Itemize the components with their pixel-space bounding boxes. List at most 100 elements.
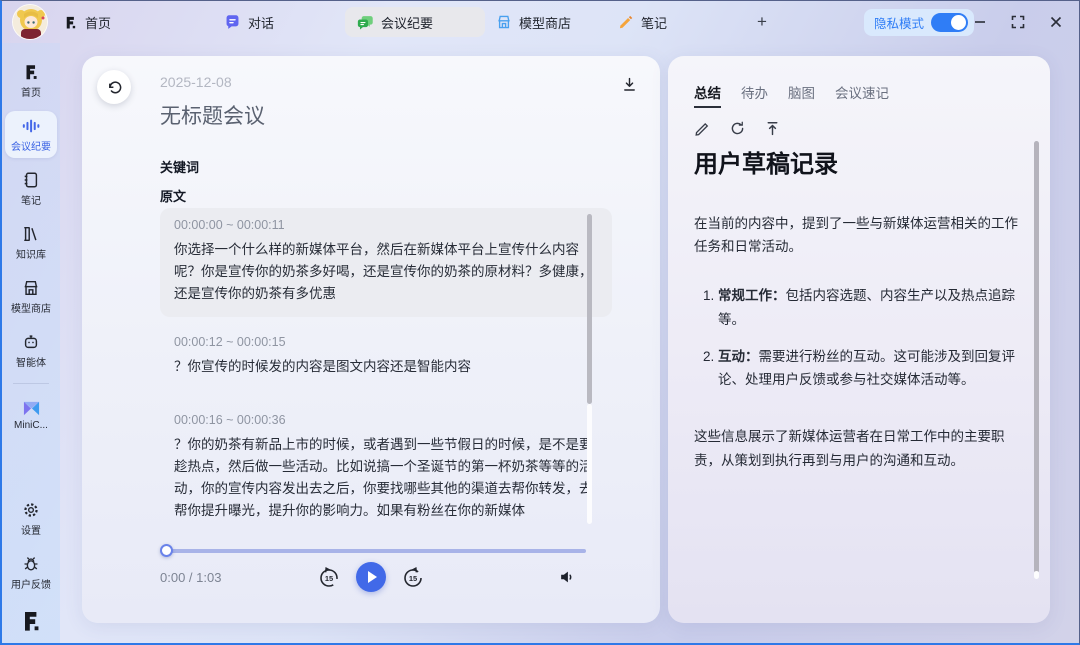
store-icon [22,279,40,297]
toggle-switch-on[interactable] [931,13,968,32]
playback-time: 0:00 / 1:03 [160,570,221,585]
library-books-icon [22,225,40,243]
skip-forward-15-button[interactable]: 15 [400,564,426,590]
tab-chat[interactable]: 对话 [224,1,274,43]
tab-mindmap[interactable]: 脑图 [788,82,815,108]
summary-intro: 在当前的内容中，提到了一些与新媒体运营相关的工作任务和日常活动。 [694,212,1026,258]
minimize-button[interactable] [971,13,989,31]
title-bar: 首页 对话 会议纪要 [2,1,1079,43]
tab-summary[interactable]: 总结 [694,82,721,108]
regenerate-button[interactable] [729,120,747,138]
transcript-list: 00:00:00 ~ 00:00:11 你选择一个什么样的新媒体平台，然后在新媒… [160,208,612,542]
summary-scrollbar [1034,141,1039,591]
transcript-scrollbar [587,214,592,524]
tab-shorthand[interactable]: 会议速记 [835,82,889,108]
logo-f-icon [63,15,78,30]
scrollbar-thumb[interactable] [1034,141,1039,573]
waveform-icon [21,117,41,135]
sidebar-item-feedback[interactable]: 用户反馈 [5,549,57,596]
sidebar-item-label: 笔记 [21,192,41,207]
sidebar-item-label: 会议纪要 [11,138,51,153]
user-avatar[interactable] [12,4,48,40]
chat-bubble-icon [224,14,241,31]
segment-timestamp: 00:00:16 ~ 00:00:36 [174,413,598,427]
sidebar-item-model-store[interactable]: 模型商店 [5,273,57,320]
new-tab-button[interactable]: + [750,9,774,35]
sidebar-item-label: 用户反馈 [11,576,51,591]
tab-notes[interactable]: 笔记 [618,1,667,43]
sidebar-item-notes[interactable]: 笔记 [5,165,57,212]
tab-label: 模型商店 [519,13,571,32]
back-button[interactable] [97,70,131,104]
logo-f-icon [22,63,40,81]
meeting-chat-icon [357,14,374,31]
privacy-mode-toggle[interactable]: 隐私模式 [864,9,974,36]
summary-toolbar [694,120,782,138]
summary-list: 常规工作：包括内容选题、内容生产以及热点追踪等。 互动：需要进行粉丝的互动。这可… [694,284,1026,391]
sidebar-item-minicpm[interactable]: MiniC... [5,394,57,436]
tab-label: 会议纪要 [381,13,433,32]
scrollbar-track [587,404,592,524]
close-button[interactable] [1047,13,1065,31]
list-item-label: 常规工作： [718,288,786,303]
svg-text:15: 15 [409,574,417,583]
meeting-title: 无标题会议 [160,100,265,130]
segment-text: ？你的奶茶有新品上市的时候，或者遇到一些节假日的时候，是不是要趁热点，然后做一些… [174,434,598,521]
toggle-knob [951,15,966,30]
play-button[interactable] [356,562,386,592]
keywords-label: 关键词 [160,157,199,176]
scrollbar-track [1034,571,1039,579]
summary-tabs: 总结 待办 脑图 会议速记 [694,82,889,108]
tab-model-store[interactable]: 模型商店 [496,1,571,43]
transcript-segment[interactable]: 00:00:00 ~ 00:00:11 你选择一个什么样的新媒体平台，然后在新媒… [160,208,612,317]
sidebar-item-label: MiniC... [14,420,48,431]
list-item-text: 需要进行粉丝的互动。这可能涉及到回复评论、处理用户反馈或参与社交媒体活动等。 [718,349,1015,387]
tab-label: 笔记 [641,13,667,32]
close-icon [1049,15,1063,29]
upload-icon [764,120,781,137]
svg-text:15: 15 [325,574,333,583]
tab-label: 首页 [85,13,111,32]
avatar-illustration [13,5,48,40]
original-text-label: 原文 [160,186,186,205]
audio-progress-slider[interactable] [162,549,586,553]
sidebar-item-knowledge-base[interactable]: 知识库 [5,219,57,266]
robot-icon [22,333,40,351]
undo-back-icon [106,79,123,96]
skip-forward-15-icon: 15 [401,565,425,589]
sidebar-item-label: 设置 [21,522,41,537]
download-button[interactable] [621,76,638,93]
new-tab-label: + [757,12,767,32]
window-controls [971,1,1065,43]
tab-todo[interactable]: 待办 [741,82,768,108]
sidebar-item-label: 模型商店 [11,300,51,315]
volume-button[interactable] [558,568,576,586]
slider-thumb[interactable] [160,544,173,557]
sidebar-item-label: 知识库 [16,246,46,261]
sidebar-item-settings[interactable]: 设置 [5,495,57,542]
segment-text: 你选择一个什么样的新媒体平台，然后在新媒体平台上宣传什么内容呢？你是宣传你的奶茶… [174,239,598,305]
sidebar: 首页 会议纪要 笔记 知识库 模型商店 [2,43,60,643]
sidebar-item-label: 首页 [21,84,41,99]
maximize-icon [1011,15,1025,29]
scrollbar-thumb[interactable] [587,214,592,404]
sidebar-item-home[interactable]: 首页 [5,57,57,104]
transcript-segment[interactable]: 00:00:12 ~ 00:00:15 ？你宣传的时候发的内容是图文内容还是智能… [160,325,612,390]
summary-list-item: 常规工作：包括内容选题、内容生产以及热点追踪等。 [718,284,1026,330]
edit-button[interactable] [694,120,712,138]
skip-back-15-button[interactable]: 15 [316,564,342,590]
segment-timestamp: 00:00:12 ~ 00:00:15 [174,335,598,349]
summary-list-item: 互动：需要进行粉丝的互动。这可能涉及到回复评论、处理用户反馈或参与社交媒体活动等… [718,345,1026,391]
summary-body: 在当前的内容中，提到了一些与新媒体运营相关的工作任务和日常活动。 常规工作：包括… [694,212,1026,472]
tab-home[interactable]: 首页 [63,1,111,43]
sidebar-item-agents[interactable]: 智能体 [5,327,57,374]
summary-heading: 用户草稿记录 [694,144,838,179]
tab-meeting-notes-active[interactable]: 会议纪要 [345,7,485,37]
maximize-button[interactable] [1009,13,1027,31]
minimize-icon [973,15,987,29]
skip-back-15-icon: 15 [317,565,341,589]
transcript-segment[interactable]: 00:00:16 ~ 00:00:36 ？你的奶茶有新品上市的时候，或者遇到一些… [160,403,612,533]
summary-panel: 总结 待办 脑图 会议速记 用户草稿记录 [668,56,1050,623]
export-button[interactable] [764,120,782,138]
sidebar-item-meeting-notes[interactable]: 会议纪要 [5,111,57,158]
